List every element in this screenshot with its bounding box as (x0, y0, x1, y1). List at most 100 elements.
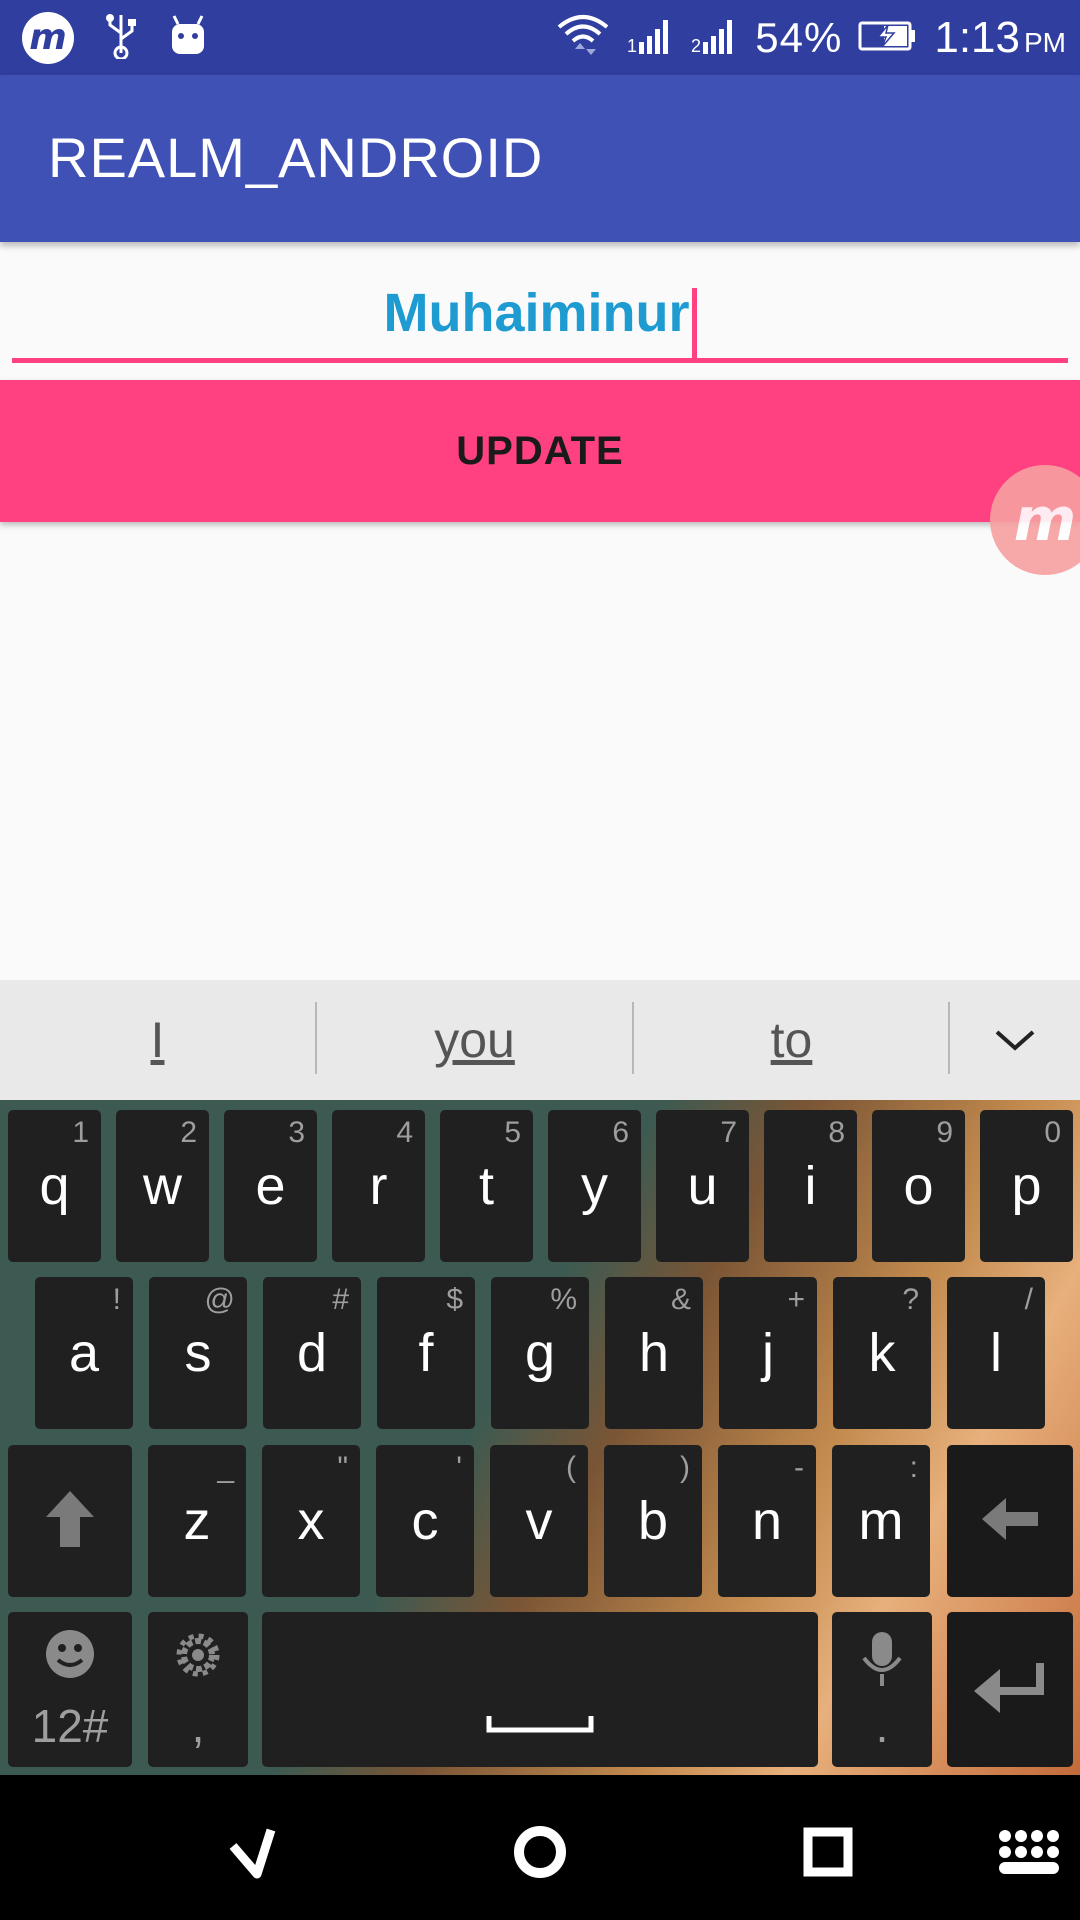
shift-key[interactable] (8, 1445, 132, 1597)
key-p[interactable]: 0p (980, 1110, 1073, 1262)
key-label: r (369, 1156, 388, 1216)
space-bar-icon (485, 1714, 595, 1739)
comma-key[interactable]: , (148, 1612, 248, 1767)
key-hint: 5 (504, 1116, 521, 1149)
key-z[interactable]: _ z (148, 1445, 246, 1597)
arrow-up-icon (40, 1487, 100, 1556)
signal-2-icon: 2 (691, 16, 739, 60)
backspace-key[interactable] (947, 1445, 1073, 1597)
key-label: h (638, 1323, 670, 1383)
svg-text:1: 1 (627, 36, 637, 56)
period-key-label: . (875, 1700, 889, 1752)
key-label: d (296, 1323, 328, 1383)
key-hint: 2 (180, 1116, 197, 1149)
key-o[interactable]: 9o (872, 1110, 965, 1262)
key-j[interactable]: + j (719, 1277, 817, 1429)
navigation-bar (0, 1775, 1080, 1920)
wifi-icon (555, 11, 611, 65)
key-hint: _ (217, 1451, 234, 1484)
home-icon[interactable] (505, 1817, 575, 1887)
suggestion-2[interactable]: you (317, 980, 632, 1100)
key-w[interactable]: 2w (116, 1110, 209, 1262)
update-button-label: UPDATE (456, 428, 624, 473)
update-button[interactable]: UPDATE (0, 380, 1080, 522)
key-hint: # (332, 1283, 349, 1316)
key-u[interactable]: 7u (656, 1110, 749, 1262)
key-hint: ' (456, 1451, 462, 1484)
keyboard-switch-icon[interactable] (993, 1817, 1063, 1887)
key-a[interactable]: ! a (35, 1277, 133, 1429)
enter-key[interactable] (947, 1612, 1073, 1767)
key-k[interactable]: ? k (833, 1277, 931, 1429)
soft-keyboard: 1q2w3e4r5t6y7u8i9o0p ! a @ s # d $ f% g & h + j? k / l … (0, 1100, 1080, 1775)
suggestion-3[interactable]: to (634, 980, 949, 1100)
key-h[interactable]: & h (605, 1277, 703, 1429)
clock-time: 1:13 (934, 12, 1020, 62)
emoji-icon (44, 1628, 96, 1685)
key-c[interactable]: ' c (376, 1445, 474, 1597)
key-x[interactable]: " x (262, 1445, 360, 1597)
period-key[interactable]: . (832, 1612, 932, 1767)
key-hint: 3 (288, 1116, 305, 1149)
key-hint: / (1024, 1283, 1033, 1316)
key-l[interactable]: / l (947, 1277, 1045, 1429)
back-icon[interactable] (220, 1817, 290, 1887)
key-hint: : (909, 1451, 918, 1484)
mobizen-icon: m (22, 11, 74, 64)
key-t[interactable]: 5t (440, 1110, 533, 1262)
key-m[interactable]: :m (832, 1445, 930, 1597)
key-f[interactable]: $ f (377, 1277, 475, 1429)
key-label: p (1011, 1156, 1042, 1216)
space-key[interactable] (262, 1612, 818, 1767)
key-e[interactable]: 3e (224, 1110, 317, 1262)
key-n[interactable]: -n (718, 1445, 816, 1597)
symbols-key[interactable]: 12# (8, 1612, 132, 1767)
signal-1-icon: 1 (627, 16, 675, 60)
key-label: y (581, 1156, 608, 1216)
key-d[interactable]: # d (263, 1277, 361, 1429)
key-b[interactable]: ) b (604, 1445, 702, 1597)
name-input-value[interactable]: Muhaiminur (384, 282, 690, 344)
key-label: j (762, 1323, 774, 1383)
microphone-icon (860, 1630, 904, 1695)
recents-icon[interactable] (793, 1817, 863, 1887)
key-hint: 7 (720, 1116, 737, 1149)
key-label: c (411, 1491, 439, 1551)
key-label: l (990, 1323, 1002, 1383)
key-label: x (297, 1491, 325, 1551)
battery-percent: 54% (755, 13, 843, 61)
key-y[interactable]: 6y (548, 1110, 641, 1262)
key-label: k (868, 1323, 896, 1383)
android-icon (168, 14, 208, 62)
key-label: i (804, 1156, 817, 1216)
key-label: n (751, 1491, 783, 1551)
key-hint: 1 (72, 1116, 89, 1149)
key-label: e (255, 1156, 286, 1216)
key-label: t (478, 1156, 494, 1216)
status-bar: m 1 2 54% 1:13 PM (0, 0, 1080, 75)
name-input[interactable]: Muhaiminur (12, 270, 1068, 363)
key-q[interactable]: 1q (8, 1110, 101, 1262)
key-label: z (183, 1491, 211, 1551)
chevron-down-icon[interactable] (960, 980, 1070, 1100)
key-v[interactable]: (v (490, 1445, 588, 1597)
key-hint: 9 (936, 1116, 953, 1149)
battery-charging-icon (858, 19, 918, 57)
key-label: a (68, 1323, 100, 1383)
key-i[interactable]: 8i (764, 1110, 857, 1262)
key-hint: & (670, 1283, 691, 1316)
key-s[interactable]: @ s (149, 1277, 247, 1429)
key-hint: 4 (396, 1116, 413, 1149)
key-r[interactable]: 4r (332, 1110, 425, 1262)
key-label: s (184, 1323, 212, 1383)
key-label: m (858, 1491, 904, 1551)
suggestion-1[interactable]: I (0, 980, 315, 1100)
key-label: f (418, 1323, 434, 1383)
clock-ampm: PM (1024, 26, 1066, 58)
key-hint: ( (566, 1451, 576, 1484)
key-label: o (903, 1156, 934, 1216)
key-g[interactable]: % g (491, 1277, 589, 1429)
key-label: v (525, 1491, 553, 1551)
key-label: b (637, 1491, 669, 1551)
key-label: q (39, 1156, 70, 1216)
